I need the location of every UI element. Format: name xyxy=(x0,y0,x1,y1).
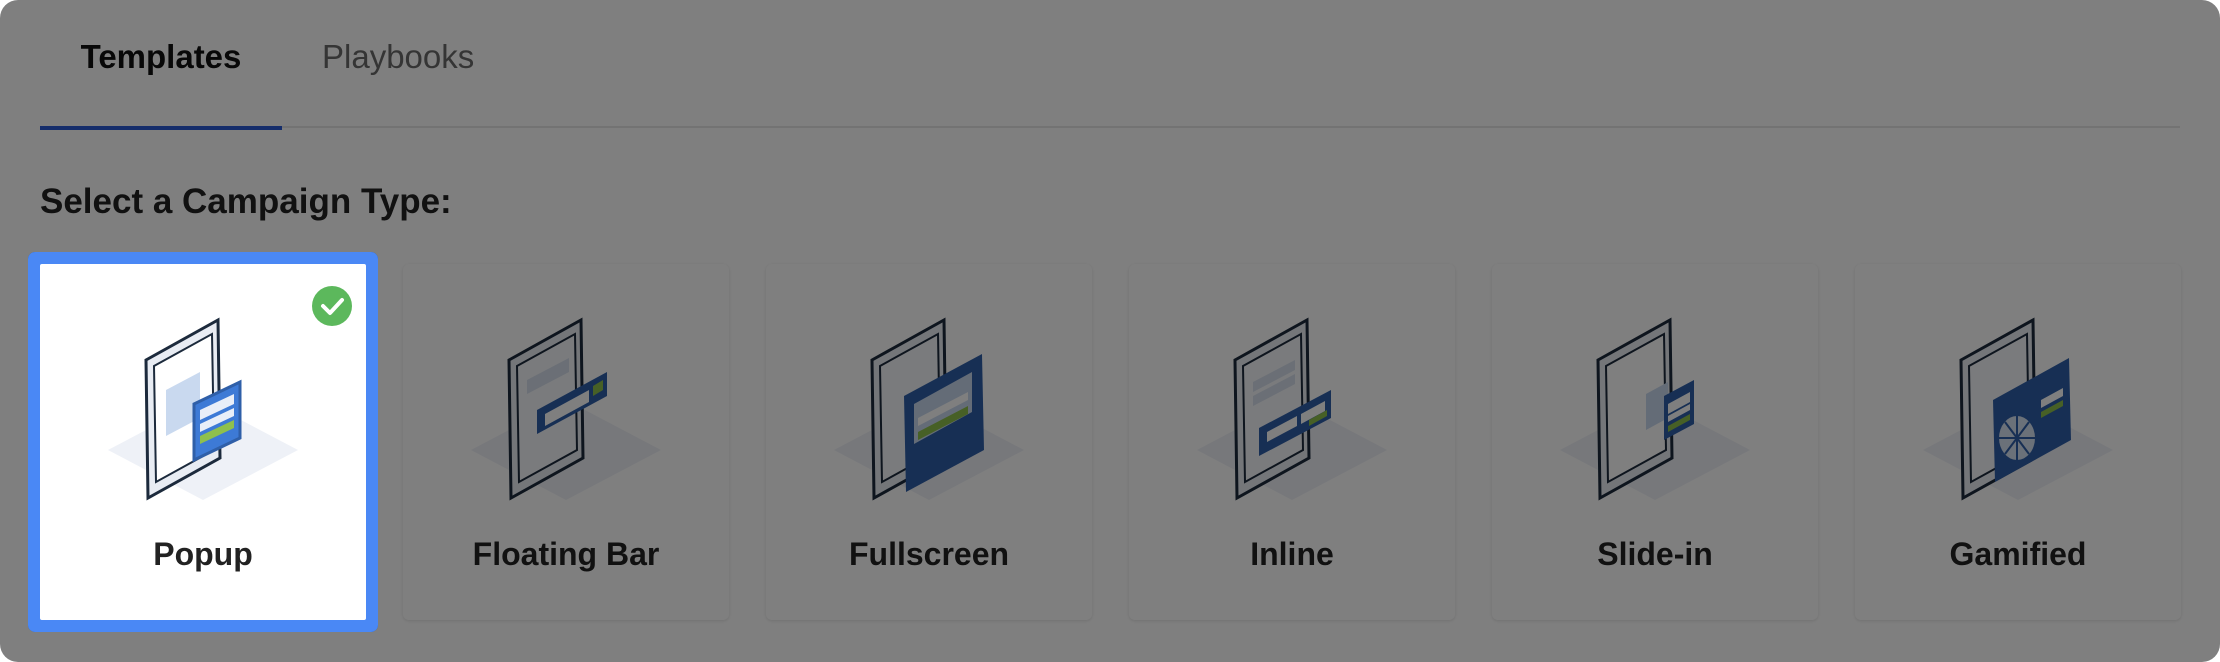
tab-playbooks[interactable]: Playbooks xyxy=(322,0,522,128)
campaign-card-fullscreen[interactable]: Fullscreen xyxy=(766,264,1092,620)
campaign-card-gamified[interactable]: Gamified xyxy=(1855,264,2181,620)
campaign-card-slide-in[interactable]: Slide-in xyxy=(1492,264,1818,620)
section-title: Select a Campaign Type: xyxy=(40,182,452,221)
selected-card-highlight-layer: Popup xyxy=(40,264,366,620)
popup-illustration-icon xyxy=(108,317,298,501)
campaign-card-label: Fullscreen xyxy=(848,536,1010,572)
inline-illustration-icon xyxy=(1197,317,1387,501)
campaign-card-label: Slide-in xyxy=(1597,536,1713,572)
selected-check-icon xyxy=(312,286,352,326)
tab-bar: Templates Playbooks xyxy=(40,0,2180,130)
campaign-card-popup-focused[interactable]: Popup xyxy=(40,264,366,620)
campaign-card-floating-bar[interactable]: Floating Bar xyxy=(403,264,729,620)
campaign-card-label: Gamified xyxy=(1949,536,2087,572)
tab-playbooks-label: Playbooks xyxy=(322,38,475,75)
campaign-card-label: Inline xyxy=(1250,536,1334,572)
campaign-card-inline[interactable]: Inline xyxy=(1129,264,1455,620)
campaign-card-label: Floating Bar xyxy=(472,536,660,572)
floating-bar-illustration-icon xyxy=(471,317,661,501)
tab-templates-label: Templates xyxy=(80,38,242,75)
gamified-illustration-icon xyxy=(1923,317,2113,501)
campaign-card-label: Popup xyxy=(153,536,253,572)
active-tab-indicator xyxy=(40,126,282,130)
slide-in-illustration-icon xyxy=(1560,317,1750,501)
tab-templates[interactable]: Templates xyxy=(40,0,282,130)
fullscreen-illustration-icon xyxy=(834,317,1024,501)
